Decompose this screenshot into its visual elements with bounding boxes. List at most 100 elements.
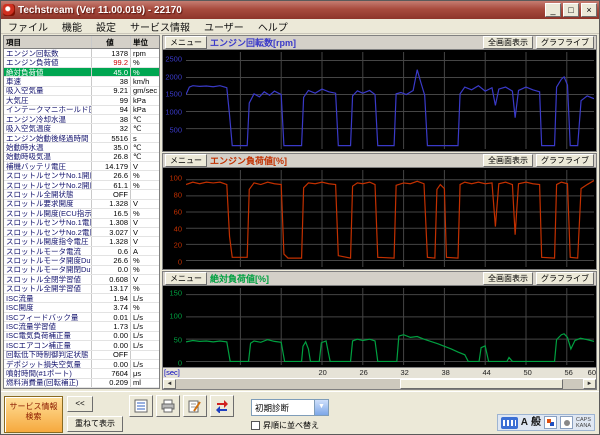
ime-input-mode-button[interactable]: A [521, 415, 528, 430]
row-unit: V [131, 275, 159, 283]
row-item-label: スロットル開度指令電圧 [4, 237, 92, 245]
table-row[interactable]: ISC電気負荷補正量0.00L/s [4, 332, 159, 341]
kana-indicator[interactable]: KANA [576, 423, 591, 429]
menu-item[interactable]: 設定 [89, 19, 123, 34]
table-row[interactable]: スロットル全開状態OFF [4, 190, 159, 199]
chevron-down-icon[interactable]: ▼ [314, 399, 329, 416]
chart-plot-area[interactable]: 020406080100 [163, 168, 596, 269]
table-row[interactable]: スロットルモータ開閉Duty0.0% [4, 266, 159, 275]
table-row[interactable]: スロットル全閉学習値0.608V [4, 275, 159, 284]
chart-plot-area[interactable]: 050100150 [163, 286, 596, 367]
combobox-value[interactable]: 初期診断 [251, 399, 314, 416]
table-row[interactable]: エンジン冷却水温38℃ [4, 115, 159, 124]
row-value: 26.8 [92, 153, 131, 161]
table-row[interactable]: ISC開度3.74% [4, 303, 159, 312]
collapse-panel-button[interactable]: << [67, 396, 93, 412]
menu-bar: ファイル機能設定サービス情報ユーザーヘルプ [1, 19, 599, 34]
row-item-label: ISC流量 [4, 294, 92, 302]
row-item-label: スロットルセンサNo.1電圧 [4, 219, 92, 227]
row-value: 14.179 [92, 162, 131, 170]
table-row[interactable]: エンジン回転数1378rpm [4, 49, 159, 58]
window-title: Techstream (Ver 11.00.019) - 22170 [18, 5, 545, 16]
table-row[interactable]: ISCエアコン補正量0.00L/s [4, 341, 159, 350]
table-row[interactable]: スロットル全開学習値13.17% [4, 285, 159, 294]
row-value: 61.1 [92, 181, 131, 189]
table-row[interactable]: 車速38km/h [4, 77, 159, 86]
fullscreen-button[interactable]: 全画面表示 [483, 36, 533, 49]
table-row[interactable]: エンジン負荷値99.2% [4, 58, 159, 67]
fullscreen-button[interactable]: 全画面表示 [483, 154, 533, 167]
graph-live-button[interactable]: グラフライブ [536, 272, 594, 285]
service-info-search-button[interactable]: サービス情報 検索 [4, 396, 63, 433]
ime-pad-icon[interactable] [544, 416, 557, 429]
ime-tools-icon[interactable] [560, 416, 573, 429]
scroll-right-icon[interactable]: ► [583, 379, 596, 389]
table-row[interactable]: 吸入空気温度32℃ [4, 124, 159, 133]
table-row[interactable]: 大気圧99kPa [4, 96, 159, 105]
close-button[interactable]: × [581, 3, 597, 17]
print-icon-button[interactable] [156, 395, 180, 417]
table-row[interactable]: 噴射時間(#1ポート)7604μs [4, 369, 159, 378]
row-unit: % [131, 209, 159, 217]
table-row[interactable]: インテークマニホールド圧94kPa [4, 106, 159, 115]
table-row[interactable]: ISC流量学習値1.73L/s [4, 322, 159, 331]
row-value: OFF [92, 190, 131, 198]
table-row[interactable]: スロットル要求開度1.328V [4, 200, 159, 209]
chart-menu-button[interactable]: メニュー [165, 36, 207, 49]
scroll-left-icon[interactable]: ◄ [163, 379, 176, 389]
x-axis-tick: 38 [441, 368, 449, 378]
row-item-label: スロットル全開状態 [4, 190, 92, 198]
sort-ascending-checkbox[interactable] [251, 421, 260, 430]
menu-item[interactable]: ヘルプ [251, 19, 295, 34]
table-row[interactable]: 回転低下時制御判定状態OFF [4, 351, 159, 360]
minimize-button[interactable]: _ [545, 3, 561, 17]
table-row[interactable]: ISC流量1.94L/s [4, 294, 159, 303]
table-row[interactable]: スロットルセンサNo.2電圧3.027V [4, 228, 159, 237]
keyboard-icon[interactable] [501, 417, 518, 429]
scrollbar-thumb[interactable] [400, 379, 563, 389]
graph-live-button[interactable]: グラフライブ [536, 36, 594, 49]
edit-note-icon-button[interactable] [183, 395, 207, 417]
row-value: 0.209 [92, 379, 131, 387]
scrollbar-track[interactable] [176, 379, 583, 389]
row-item-label: スロットル要求開度 [4, 200, 92, 208]
table-row[interactable]: 補機バッテリ電圧14.179V [4, 162, 159, 171]
record-playback-icon-button[interactable] [210, 395, 234, 417]
table-row[interactable]: 始動時吸気温26.8℃ [4, 153, 159, 162]
graph-live-button[interactable]: グラフライブ [536, 154, 594, 167]
table-row[interactable]: エンジン始動後経過時間5516s [4, 134, 159, 143]
menu-item[interactable]: ユーザー [197, 19, 251, 34]
ime-conversion-mode-button[interactable]: 般 [531, 415, 541, 430]
table-row[interactable]: スロットルモータ開度Duty26.6% [4, 256, 159, 265]
chart-menu-button[interactable]: メニュー [165, 154, 207, 167]
row-unit: kPa [131, 96, 159, 104]
table-row[interactable]: デポジット損失空気量0.00L/s [4, 360, 159, 369]
x-axis-unit-label: [sec] [163, 368, 186, 378]
data-list-icon-button[interactable] [129, 395, 153, 417]
table-row[interactable]: スロットルモータ電流0.6A [4, 247, 159, 256]
fullscreen-button[interactable]: 全画面表示 [483, 272, 533, 285]
table-row[interactable]: 絶対負荷値45.0% [4, 68, 159, 77]
table-row[interactable]: 燃料消費量(回転補正)0.209ml [4, 379, 159, 388]
table-row[interactable]: 始動時水温35.0℃ [4, 143, 159, 152]
overlay-display-button[interactable]: 重ねて表示 [67, 416, 123, 432]
table-row[interactable]: スロットル開度(ECU指示値)16.5% [4, 209, 159, 218]
row-unit: % [131, 171, 159, 179]
row-unit: A [131, 247, 159, 255]
maximize-button[interactable]: □ [563, 3, 579, 17]
chart-plot-area[interactable]: 5001000150020002500 [163, 50, 596, 151]
table-row[interactable]: ISCフィードバック量0.01L/s [4, 313, 159, 322]
y-axis-labels: 5001000150020002500 [163, 50, 184, 151]
table-row[interactable]: スロットルセンサNo.1開度26.6% [4, 171, 159, 180]
menu-item[interactable]: ファイル [1, 19, 55, 34]
table-row[interactable]: スロットル開度指令電圧1.328V [4, 237, 159, 246]
x-axis-tick: 56 [564, 368, 572, 378]
chart-menu-button[interactable]: メニュー [165, 272, 207, 285]
menu-item[interactable]: サービス情報 [123, 19, 197, 34]
table-row[interactable]: 吸入空気量9.21gm/sec [4, 87, 159, 96]
table-row[interactable]: スロットルセンサNo.2開度61.1% [4, 181, 159, 190]
menu-item[interactable]: 機能 [55, 19, 89, 34]
diagnosis-mode-combobox[interactable]: 初期診断 ▼ [251, 399, 329, 416]
table-row[interactable]: スロットルセンサNo.1電圧1.308V [4, 219, 159, 228]
time-scrollbar[interactable]: ◄ ► [163, 378, 596, 389]
